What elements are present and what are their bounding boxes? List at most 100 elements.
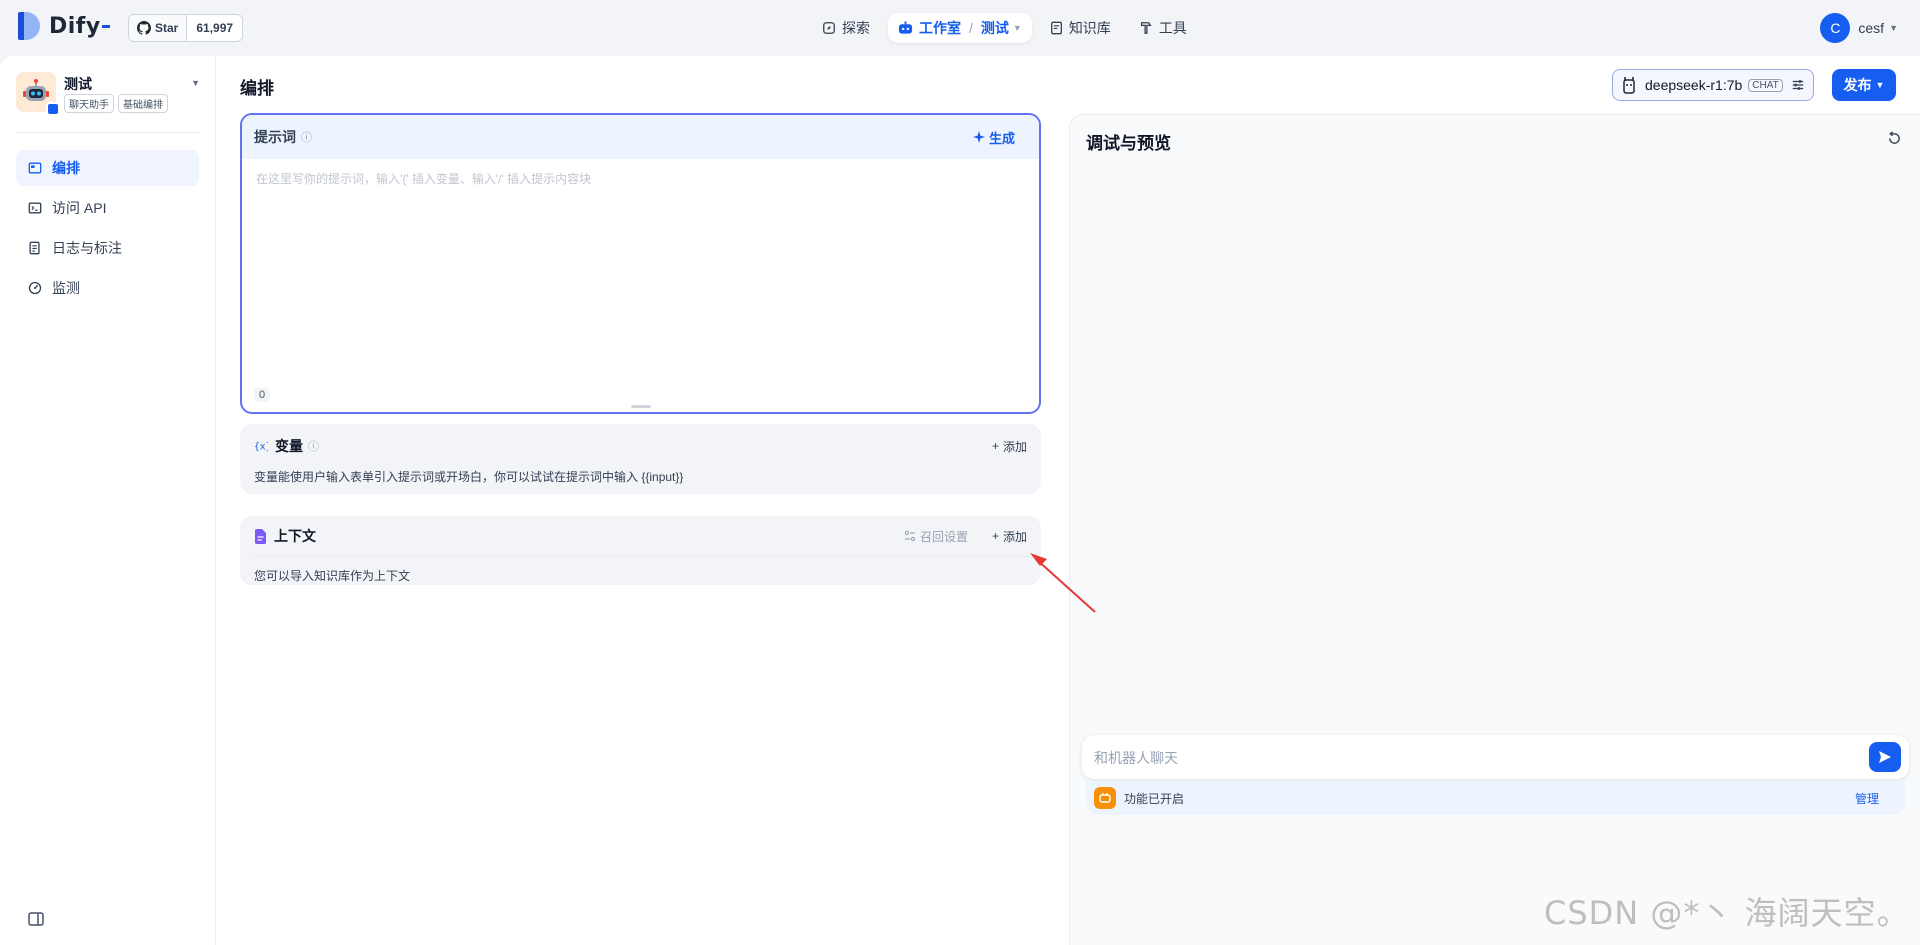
prompt-title: 提示词 <box>254 129 296 145</box>
chat-input[interactable]: 和机器人聊天 <box>1082 735 1909 779</box>
prompt-input[interactable]: 在这里写你的提示词，输入'{' 插入变量、输入'/' 插入提示内容块 <box>256 170 591 187</box>
nav-explore-label: 探索 <box>842 20 870 36</box>
github-icon <box>137 21 151 35</box>
debug-title: 调试与预览 <box>1086 134 1171 153</box>
sparkle-icon <box>972 131 985 143</box>
nav-explore[interactable]: 探索 <box>812 13 880 43</box>
llama-icon <box>1623 77 1635 94</box>
layout-icon <box>28 162 42 174</box>
variables-description: 变量能使用户输入表单引入提示词或开场白，你可以试试在提示词中输入 {{input… <box>254 470 684 484</box>
nav-knowledge-label: 知识库 <box>1068 20 1111 36</box>
publish-button[interactable]: 发布 ▼ <box>1832 69 1896 101</box>
app-sidebar: 测试 ▼ 聊天助手 基础编排 编排 访问 API 日志与标注 监测 <box>0 56 216 945</box>
page-title: 编排 <box>240 79 274 98</box>
nav-knowledge[interactable]: 知识库 <box>1040 13 1121 43</box>
context-title: 上下文 <box>274 528 316 544</box>
file-list-icon <box>29 241 40 255</box>
chat-input-placeholder: 和机器人聊天 <box>1094 750 1178 766</box>
plus-icon: + <box>991 439 999 453</box>
user-name[interactable]: cesf <box>1858 20 1884 36</box>
terminal-icon <box>28 202 42 214</box>
nav-tools-label: 工具 <box>1158 20 1187 36</box>
context-panel: 上下文 召回设置 + 添加 您可以导入知识库作为上下文 <box>240 516 1041 585</box>
brand-name: Dify <box>49 13 101 39</box>
app-tag: 聊天助手 <box>64 94 114 113</box>
settings-grid-icon <box>904 530 916 542</box>
context-description: 您可以导入知识库作为上下文 <box>254 569 411 583</box>
chevron-down-icon: ▼ <box>1875 80 1885 90</box>
recall-settings-button[interactable]: 召回设置 <box>904 528 968 545</box>
resize-handle[interactable] <box>631 405 651 408</box>
refresh-icon[interactable] <box>1887 131 1902 146</box>
sidebar-item-orchestrate[interactable]: 编排 <box>16 150 199 186</box>
model-selector[interactable]: deepseek-r1:7b CHAT <box>1612 69 1814 101</box>
app-tags: 聊天助手 基础编排 <box>64 94 168 113</box>
user-menu[interactable]: C cesf ▼ <box>1820 13 1898 43</box>
nav-current-app[interactable]: 测试 <box>981 18 1009 38</box>
variable-icon: {x} <box>254 442 268 453</box>
add-variable-label: 添加 <box>1002 439 1027 454</box>
nav-separator: / <box>969 20 973 36</box>
model-name: deepseek-r1:7b <box>1645 77 1743 93</box>
sidebar-menu: 编排 访问 API 日志与标注 监测 <box>16 150 199 310</box>
chevron-down-icon[interactable]: ▼ <box>191 78 200 88</box>
variables-title: 变量 <box>275 438 303 454</box>
feature-status-text: 功能已开启 <box>1124 791 1185 806</box>
chevron-down-icon[interactable]: ▼ <box>1013 23 1022 33</box>
settings-sliders-icon[interactable] <box>1791 78 1805 92</box>
chevron-down-icon[interactable]: ▼ <box>1889 23 1898 33</box>
compass-icon <box>823 22 835 34</box>
sidebar-item-label: 编排 <box>52 160 80 176</box>
model-mode-badge: CHAT <box>1748 78 1783 92</box>
prompt-header: 提示词 ⓘ 生成 <box>242 115 1039 159</box>
dify-logo[interactable]: Dify <box>18 12 110 40</box>
avatar[interactable]: C <box>1820 13 1851 43</box>
generate-label: 生成 <box>988 130 1015 146</box>
manage-features-link[interactable]: 管理 <box>1855 790 1879 807</box>
sidebar-item-api[interactable]: 访问 API <box>16 190 199 226</box>
app-tag: 基础编排 <box>118 94 168 113</box>
debug-preview-panel: 调试与预览 和机器人聊天 功能已开启 管理 <box>1069 114 1920 945</box>
main-area: 编排 deepseek-r1:7b CHAT 发布 ▼ 提示词 ⓘ 生成 在这里写… <box>216 56 1920 945</box>
watermark: CSDN @*丶 海阔天空。 <box>1544 894 1910 932</box>
feature-bar: 功能已开启 管理 <box>1086 781 1905 815</box>
nav-studio-label: 工作室 <box>919 20 961 36</box>
sidebar-item-label: 访问 API <box>52 200 107 216</box>
send-icon <box>1879 751 1891 763</box>
help-circle-icon[interactable]: ⓘ <box>308 438 319 454</box>
generate-button[interactable]: 生成 <box>972 128 1015 147</box>
divider <box>16 132 200 133</box>
app-type-badge-icon <box>46 102 60 116</box>
nav-studio[interactable]: 工作室 / 测试 ▼ <box>888 13 1032 43</box>
app-name: 测试 <box>64 76 92 92</box>
add-variable-button[interactable]: + 添加 <box>992 438 1027 455</box>
robot-emoji-icon <box>23 79 49 101</box>
svg-text:{x}: {x} <box>254 442 268 453</box>
sidebar-item-monitor[interactable]: 监测 <box>16 270 199 306</box>
prompt-editor[interactable]: 提示词 ⓘ 生成 在这里写你的提示词，输入'{' 插入变量、输入'/' 插入提示… <box>240 113 1041 414</box>
dify-logo-mark <box>18 12 40 40</box>
app-selector[interactable]: 测试 ▼ 聊天助手 基础编排 <box>16 72 200 120</box>
dashboard-icon <box>28 281 42 295</box>
sidebar-item-logs[interactable]: 日志与标注 <box>16 230 199 266</box>
variables-panel: {x} 变量 ⓘ + 添加 变量能使用户输入表单引入提示词或开场白，你可以试试在… <box>240 424 1041 494</box>
robot-icon <box>898 21 913 34</box>
add-context-label: 添加 <box>1002 529 1027 544</box>
book-icon <box>1050 21 1062 35</box>
plus-icon: + <box>991 529 999 543</box>
add-context-button[interactable]: + 添加 <box>992 528 1027 545</box>
document-icon <box>255 528 266 544</box>
github-star-count: 61,997 <box>196 21 234 35</box>
sidebar-item-label: 日志与标注 <box>52 240 122 256</box>
sidebar-item-label: 监测 <box>52 280 80 296</box>
features-icon <box>1094 787 1116 809</box>
top-bar: Dify Star 61,997 探索 工作室 / 测试 ▼ 知识库 工具 C <box>0 0 1920 56</box>
publish-label: 发布 <box>1843 77 1872 93</box>
char-count: 0 <box>254 388 271 402</box>
send-button[interactable] <box>1869 742 1901 772</box>
help-circle-icon[interactable]: ⓘ <box>301 129 312 145</box>
hammer-icon <box>1140 22 1152 34</box>
nav-tools[interactable]: 工具 <box>1129 13 1197 43</box>
collapse-sidebar-icon[interactable] <box>28 912 44 929</box>
github-star-button[interactable]: Star 61,997 <box>128 14 244 42</box>
